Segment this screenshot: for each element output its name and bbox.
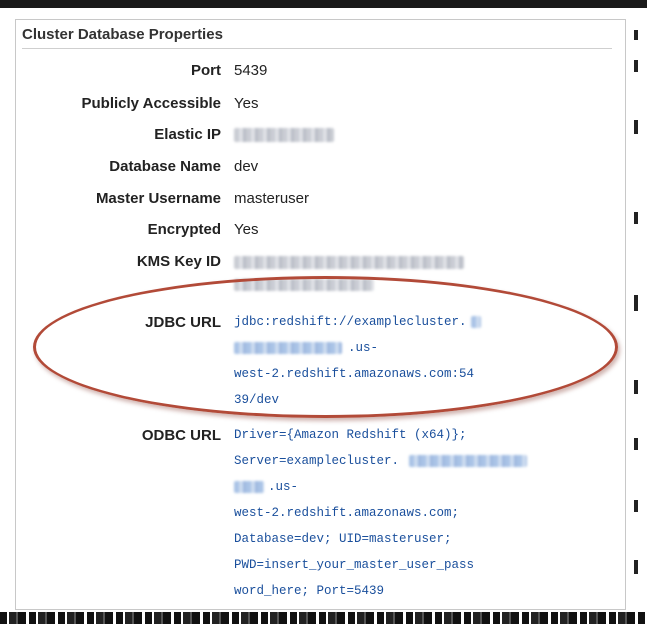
panel-title: Cluster Database Properties bbox=[22, 26, 612, 49]
bottom-cropped-text bbox=[0, 612, 647, 624]
odbc-url-line: Database=dev; UID=masteruser; bbox=[234, 532, 452, 546]
odbc-url-line: word_here; Port=5439 bbox=[234, 584, 385, 598]
property-label: KMS Key ID bbox=[136, 253, 221, 270]
odbc-url-line: .us- bbox=[234, 474, 527, 500]
property-value: masteruser bbox=[234, 190, 310, 207]
property-label: ODBC URL bbox=[141, 427, 221, 444]
property-label: Master Username bbox=[95, 190, 221, 207]
property-label: Publicly Accessible bbox=[81, 95, 221, 112]
property-label: Database Name bbox=[109, 158, 221, 175]
elastic-ip-redacted bbox=[234, 126, 334, 143]
property-label: Elastic IP bbox=[154, 126, 221, 143]
odbc-url-line: PWD=insert_your_master_user_pass bbox=[234, 558, 475, 572]
property-label: Port bbox=[191, 62, 221, 79]
highlight-ellipse bbox=[33, 276, 618, 418]
top-cropped-text bbox=[0, 0, 647, 8]
property-value: Yes bbox=[234, 221, 259, 238]
right-cropped-text bbox=[631, 30, 647, 610]
property-value: Yes bbox=[234, 95, 259, 112]
odbc-url-line: west-2.redshift.amazonaws.com; bbox=[234, 506, 460, 520]
property-label: Encrypted bbox=[147, 221, 221, 238]
property-value: dev bbox=[234, 158, 259, 175]
odbc-url-value[interactable]: Driver={Amazon Redshift (x64)}; Server=e… bbox=[234, 422, 528, 604]
property-value: 5439 bbox=[234, 62, 268, 79]
odbc-url-line: Server=examplecluster. bbox=[234, 448, 528, 474]
odbc-url-line: Driver={Amazon Redshift (x64)}; bbox=[234, 428, 467, 442]
